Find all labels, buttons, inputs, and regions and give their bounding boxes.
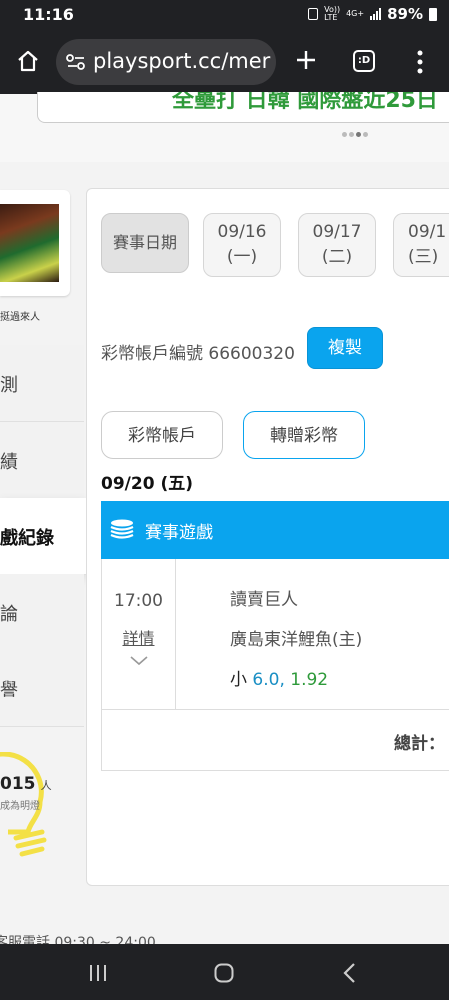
recent-apps-icon[interactable] — [88, 964, 108, 986]
banner-headline: 全壘打 日韓 國際盤近25日 — [172, 92, 438, 113]
tab-coin-account[interactable]: 彩幣帳戶 — [101, 411, 223, 459]
browser-toolbar: playsport.cc/mer :D — [0, 30, 449, 94]
back-icon[interactable] — [342, 962, 356, 988]
promo-number: 015 — [0, 774, 36, 794]
date-button-0916[interactable]: 09/16 (一) — [203, 213, 281, 277]
date-button-0917[interactable]: 09/17 (二) — [298, 213, 376, 277]
lte-text: LTE — [324, 13, 338, 22]
chevron-down-icon[interactable] — [130, 651, 148, 670]
home-icon[interactable] — [16, 49, 40, 77]
status-icons: Vo)) LTE 4G+ 89% — [308, 5, 437, 23]
sidebar-item-label: 論 — [0, 604, 18, 625]
sidebar-item-label: 績 — [0, 452, 18, 473]
coins-icon — [110, 519, 134, 539]
network-type: 4G+ — [346, 9, 365, 18]
status-time: 11:16 — [23, 5, 74, 24]
detail-link[interactable]: 詳情 — [102, 625, 175, 649]
away-team: 讀賣巨人 — [230, 590, 298, 610]
new-tab-icon[interactable] — [294, 48, 318, 76]
bet-pick: 小 6.0, 1.92 — [230, 665, 328, 690]
weekday-text: (二) — [321, 247, 353, 267]
address-bar[interactable]: playsport.cc/mer — [56, 39, 276, 85]
sidebar-item-record[interactable]: 績 — [0, 422, 84, 499]
notification-icon — [308, 8, 319, 20]
date-button-0918[interactable]: 09/1 (三) — [393, 213, 449, 277]
game-time: 17:00 — [114, 591, 163, 611]
user-name: 挺過來人 — [0, 312, 40, 323]
pick-odds: 1.92 — [290, 670, 329, 690]
carousel-dots — [342, 132, 368, 137]
status-bar: 11:16 Vo)) LTE 4G+ 89% — [0, 0, 449, 30]
account-number: 彩幣帳戶編號 66600320 — [101, 344, 295, 364]
sidebar-item-discussion[interactable]: 論 — [0, 574, 84, 651]
date-text: 09/1 — [408, 222, 447, 242]
sidebar-item-honor[interactable]: 譽 — [0, 650, 84, 727]
tab-gift-coins[interactable]: 轉贈彩幣 — [243, 411, 365, 459]
sidebar-item-label: 譽 — [0, 680, 18, 701]
avatar-card[interactable] — [0, 190, 70, 296]
sidebar-item-label: 測 — [0, 375, 18, 396]
main-panel: 賽事日期 09/16 (一) 09/17 (二) 09/1 (三) 彩幣帳戶編號… — [86, 188, 449, 886]
sidebar-item-game-history[interactable]: 戲紀錄 — [0, 498, 86, 575]
avatar — [0, 204, 59, 282]
footer: 客服電話 09:30 ~ 24:00 — [0, 930, 449, 944]
date-filter-label: 賽事日期 — [101, 213, 189, 273]
signal-icon — [370, 8, 382, 20]
pick-line: 6.0, — [252, 670, 285, 690]
volte-icon: Vo)) LTE — [324, 6, 340, 22]
sidebar: 挺過來人 測 績 戲紀錄 論 譽 015 人 成為明燈 — [0, 162, 86, 922]
tab-switcher-button[interactable]: :D — [353, 50, 375, 72]
game-table: 17:00 詳情 讀賣巨人 廣島東洋鯉魚(主) 小 6.0, 1.92 總計： — [101, 559, 449, 771]
weekday-text: (三) — [408, 247, 439, 267]
weekday-text: (一) — [226, 247, 258, 267]
banner-card[interactable]: 全壘打 日韓 國際盤近25日 — [37, 92, 449, 123]
total-label: 總計： — [394, 734, 445, 754]
more-menu-icon[interactable] — [417, 50, 423, 78]
copy-button[interactable]: 複製 — [307, 327, 383, 369]
banner-carousel: 全壘打 日韓 國際盤近25日 — [0, 92, 449, 162]
home-team: 廣島東洋鯉魚(主) — [230, 630, 363, 650]
section-title: 賽事遊戲 — [145, 523, 213, 543]
date-text: 09/17 — [312, 222, 362, 242]
promo-unit: 人 — [40, 779, 52, 792]
current-date: 09/20 (五) — [101, 474, 193, 494]
battery-percent: 89% — [387, 5, 423, 23]
service-hours: 客服電話 09:30 ~ 24:00 — [0, 935, 156, 944]
sidebar-item-label: 戲紀錄 — [0, 528, 54, 549]
promo-bulb[interactable]: 015 人 成為明燈 — [0, 752, 60, 862]
tab-count: :D — [357, 55, 371, 66]
pick-label: 小 — [230, 670, 247, 690]
system-nav-bar — [0, 944, 449, 1000]
home-nav-icon[interactable] — [214, 963, 234, 987]
battery-icon — [429, 7, 437, 21]
site-info-icon[interactable] — [66, 53, 86, 75]
section-header: 賽事遊戲 — [101, 501, 449, 559]
promo-text: 成為明燈 — [0, 801, 40, 812]
sidebar-item-predict[interactable]: 測 — [0, 345, 84, 422]
url-text: playsport.cc/mer — [93, 49, 271, 73]
date-text: 09/16 — [217, 222, 267, 242]
